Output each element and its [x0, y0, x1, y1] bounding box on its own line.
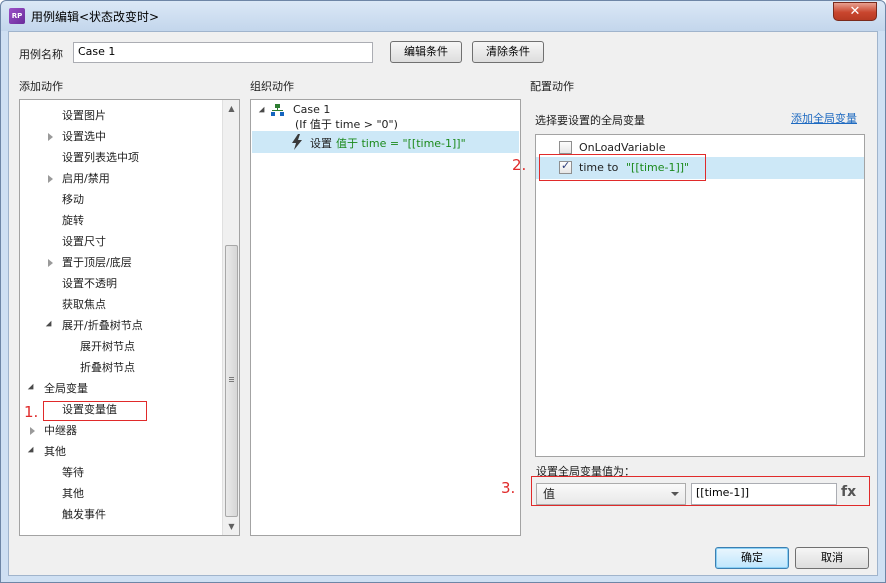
select-variable-label: 选择要设置的全局变量: [535, 114, 645, 127]
add-action-item-label: 设置选中: [62, 130, 106, 143]
collapse-arrow-icon[interactable]: [45, 320, 55, 330]
add-action-item[interactable]: 获取焦点: [20, 295, 220, 315]
add-action-item[interactable]: 设置列表选中项: [20, 148, 220, 168]
add-action-item-label: 启用/禁用: [62, 172, 110, 185]
annotation-box-2: [539, 154, 706, 181]
add-action-item[interactable]: 其他: [20, 484, 220, 504]
case-tree-icon: [271, 104, 284, 116]
add-action-item-label: 置于顶层/底层: [62, 256, 132, 269]
add-action-item[interactable]: 设置尺寸: [20, 232, 220, 252]
add-action-item-label: 设置尺寸: [62, 235, 106, 248]
case-name-label: 用例名称: [19, 48, 63, 61]
add-action-panel: 设置图片设置选中设置列表选中项 启用/禁用移动旋转设置尺寸置于顶层/底层 设置不透明…: [19, 99, 240, 536]
add-action-item-label: 中继器: [44, 424, 77, 437]
ok-button[interactable]: 确定: [715, 547, 789, 569]
add-action-item[interactable]: 触发事件: [20, 505, 220, 525]
add-action-item-label: 设置不透明: [62, 277, 117, 290]
add-action-item-label: 触发事件: [62, 508, 106, 521]
add-action-item[interactable]: 展开/折叠树节点: [20, 316, 220, 336]
add-action-item-label: 其他: [62, 487, 84, 500]
annotation-2: 2.: [512, 156, 527, 174]
add-action-scrollbar[interactable]: ▲ ▼: [222, 100, 239, 535]
dialog-client: 用例名称 Case 1 编辑条件 清除条件 添加动作 组织动作 配置动作 设置图…: [8, 31, 878, 576]
case-name-input[interactable]: Case 1: [73, 42, 373, 63]
add-action-item[interactable]: 设置选中: [20, 127, 220, 147]
add-action-item-label: 移动: [62, 193, 84, 206]
variable-name: OnLoadVariable: [579, 141, 666, 154]
expand-arrow-icon[interactable]: [48, 133, 53, 141]
title-bar[interactable]: RP 用例编辑<状态改变时> ✕: [1, 1, 885, 31]
expand-arrow-icon[interactable]: [30, 427, 35, 435]
variable-list-panel: OnLoadVariable ✓ time to "[[time-1]]": [535, 134, 865, 457]
add-action-item[interactable]: 移动: [20, 190, 220, 210]
window-title: 用例编辑<状态改变时>: [31, 10, 160, 24]
expand-case-icon[interactable]: [258, 106, 268, 116]
add-action-item-label: 设置图片: [62, 109, 106, 122]
add-action-heading: 添加动作: [19, 80, 63, 93]
add-action-item[interactable]: 设置不透明: [20, 274, 220, 294]
close-button[interactable]: ✕: [833, 2, 877, 21]
add-action-item[interactable]: 折叠树节点: [20, 358, 220, 378]
add-action-item-label: 获取焦点: [62, 298, 106, 311]
add-action-item-label: 折叠树节点: [80, 361, 135, 374]
add-action-item-label: 其他: [44, 445, 66, 458]
organize-action-heading: 组织动作: [250, 80, 294, 93]
scroll-down-arrow-icon[interactable]: ▼: [223, 518, 239, 535]
dialog-window: RP 用例编辑<状态改变时> ✕ 用例名称 Case 1 编辑条件 清除条件 添…: [0, 0, 886, 583]
clear-condition-button[interactable]: 清除条件: [472, 41, 544, 63]
configure-action-heading: 配置动作: [530, 80, 574, 93]
collapse-arrow-icon[interactable]: [27, 446, 37, 456]
add-action-item[interactable]: 中继器: [20, 421, 220, 441]
scroll-up-arrow-icon[interactable]: ▲: [223, 100, 239, 117]
expand-arrow-icon[interactable]: [48, 259, 53, 267]
annotation-box-3: [531, 476, 870, 506]
action-detail: 值于 time = "[[time-1]]": [336, 137, 466, 150]
edit-condition-button[interactable]: 编辑条件: [390, 41, 462, 63]
cancel-button[interactable]: 取消: [795, 547, 869, 569]
add-action-item[interactable]: 旋转: [20, 211, 220, 231]
selected-action-row[interactable]: 设置 值于 time = "[[time-1]]": [252, 131, 519, 153]
collapse-arrow-icon[interactable]: [27, 383, 37, 393]
add-action-item-label: 展开树节点: [80, 340, 135, 353]
add-action-item[interactable]: 其他: [20, 442, 220, 462]
add-action-item[interactable]: 展开树节点: [20, 337, 220, 357]
annotation-3: 3.: [501, 479, 516, 497]
expand-arrow-icon[interactable]: [48, 175, 53, 183]
add-global-variable-link[interactable]: 添加全局变量: [791, 110, 857, 126]
organize-action-panel: Case 1 (If 值于 time > "0") 设置 值于 time = "…: [250, 99, 521, 536]
add-action-item[interactable]: 置于顶层/底层: [20, 253, 220, 273]
add-action-item[interactable]: 启用/禁用: [20, 169, 220, 189]
add-action-item-label: 旋转: [62, 214, 84, 227]
axure-rp-icon: RP: [9, 8, 25, 24]
add-action-item-label: 全局变量: [44, 382, 88, 395]
add-action-item[interactable]: 等待: [20, 463, 220, 483]
add-action-item-label: 设置列表选中项: [62, 151, 139, 164]
scroll-thumb[interactable]: [225, 245, 238, 517]
add-action-item[interactable]: 设置图片: [20, 106, 220, 126]
annotation-1: 1.: [24, 403, 39, 421]
onload-variable-checkbox[interactable]: [559, 141, 572, 154]
case-condition: (If 值于 time > "0"): [295, 118, 398, 131]
case-title[interactable]: Case 1: [293, 103, 330, 116]
action-prefix: 设置: [310, 137, 332, 150]
add-action-item-label: 展开/折叠树节点: [62, 319, 143, 332]
lightning-icon: [292, 134, 302, 150]
add-action-item[interactable]: 全局变量: [20, 379, 220, 399]
annotation-box-1: [43, 401, 147, 421]
add-action-item-label: 等待: [62, 466, 84, 479]
